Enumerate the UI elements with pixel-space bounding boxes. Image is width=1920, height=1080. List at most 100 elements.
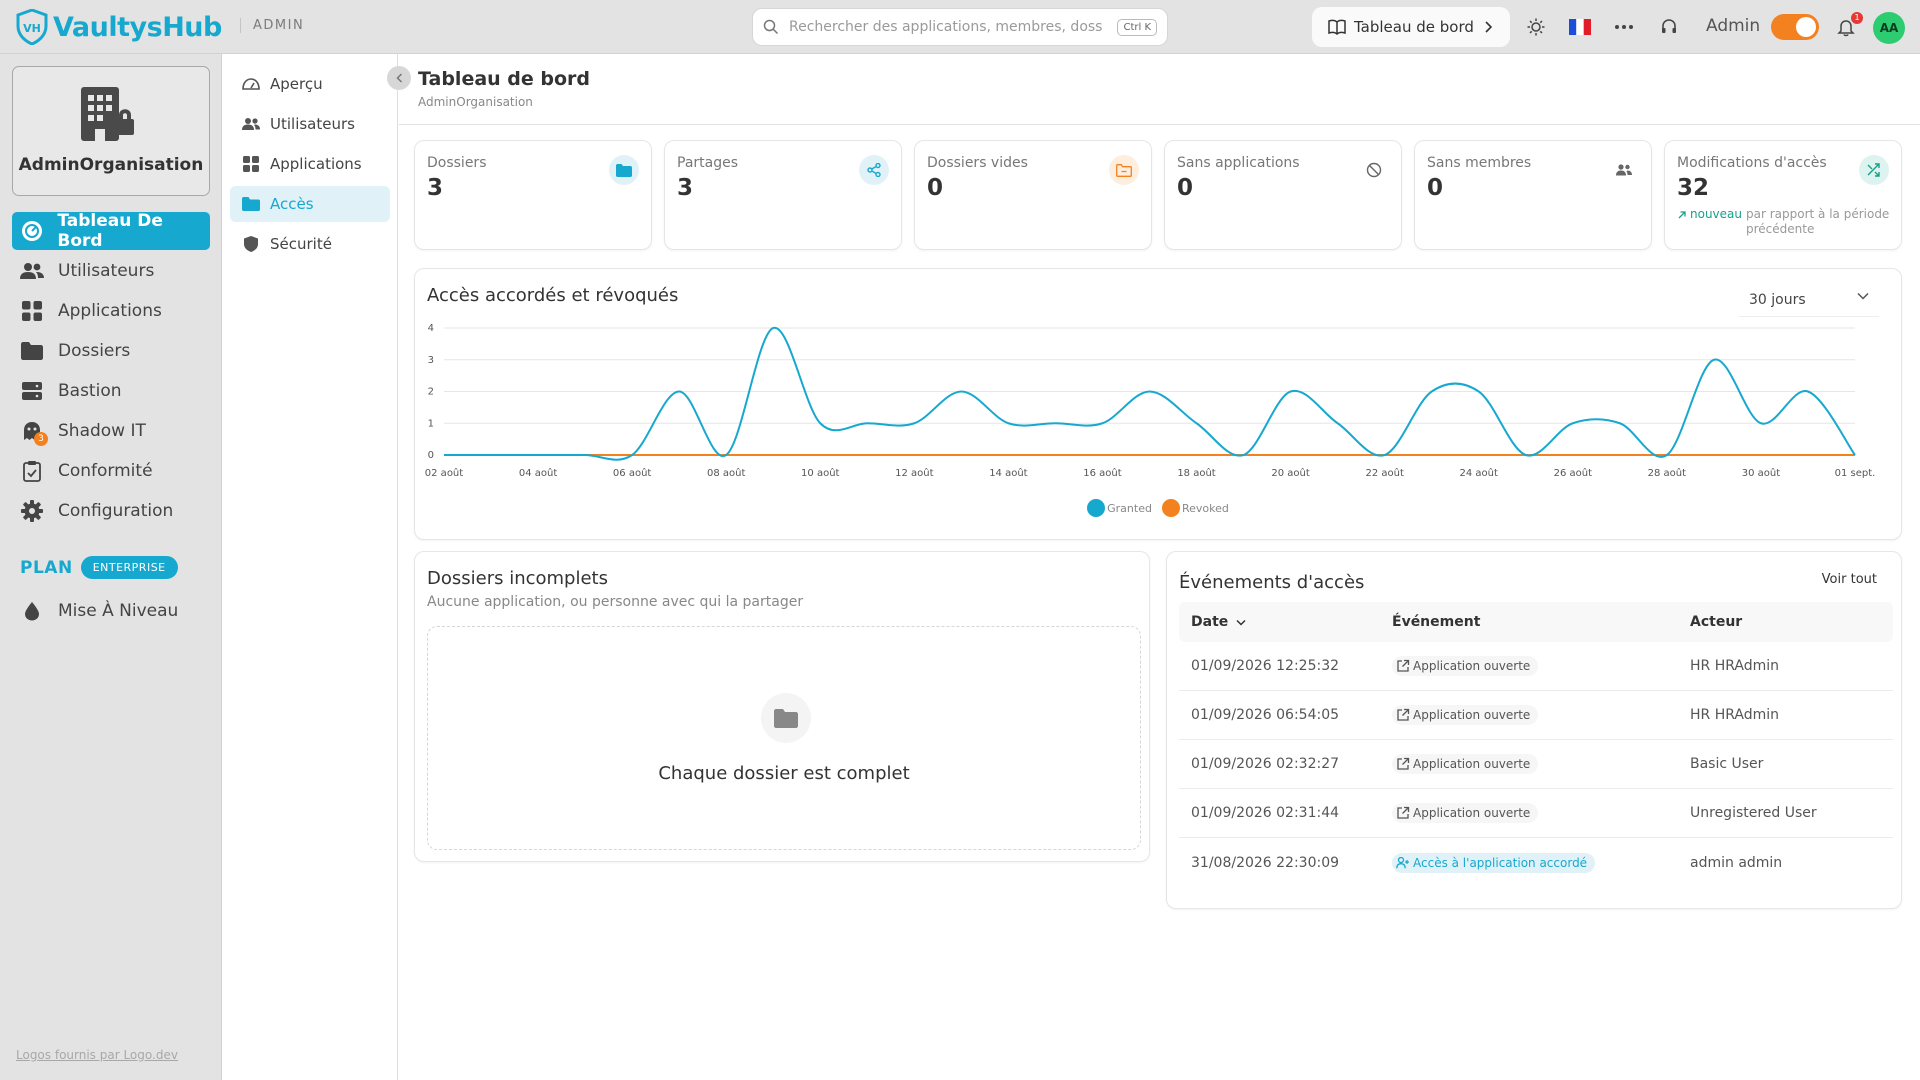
external-link-icon — [1397, 659, 1410, 672]
plan-label: PLAN — [20, 557, 73, 578]
stat-value: 3 — [677, 175, 694, 201]
legend-item-revoked[interactable]: Revoked — [1161, 499, 1229, 517]
sidebar-item-label: Dossiers — [58, 341, 131, 361]
range-select[interactable]: 30 jours — [1739, 283, 1879, 317]
sidebar-item-configuration[interactable]: Configuration — [12, 492, 210, 530]
language-flag-icon[interactable] — [1567, 14, 1593, 40]
event-date: 01/09/2026 02:31:44 — [1191, 805, 1340, 821]
table-row[interactable]: 01/09/2026 06:54:05 Application ouverte HR… — [1179, 691, 1893, 740]
event-date: 01/09/2026 02:32:27 — [1191, 756, 1340, 772]
stat-value: 32 — [1677, 175, 1710, 201]
subnav-item-applications[interactable]: Applications — [230, 146, 390, 182]
event-label: Application ouverte — [1413, 805, 1531, 820]
app-logo[interactable]: VH VaultysHub — [16, 9, 222, 45]
table-row[interactable]: 31/08/2026 22:30:09 Accès à l'application… — [1179, 838, 1893, 887]
access-events-card: Événements d'accès Voir tout Date Événem… — [1166, 551, 1902, 909]
theme-toggle-sun-icon[interactable] — [1523, 14, 1549, 40]
admin-mode-toggle[interactable] — [1771, 14, 1819, 40]
organisation-card[interactable]: AdminOrganisation — [12, 66, 210, 196]
event-actor: Unregistered User — [1690, 805, 1817, 821]
table-row[interactable]: 01/09/2026 02:31:44 Application ouverte Un… — [1179, 789, 1893, 838]
event-date: 31/08/2026 22:30:09 — [1191, 854, 1340, 871]
table-row[interactable]: 01/09/2026 12:25:32 Application ouverte HR… — [1179, 642, 1893, 691]
organisation-name: AdminOrganisation — [18, 155, 204, 175]
chevron-down-icon — [1857, 292, 1869, 300]
avatar[interactable]: AA — [1873, 12, 1905, 44]
column-label: Date — [1191, 614, 1229, 630]
upgrade-button[interactable]: Mise À Niveau — [12, 592, 210, 630]
sidebar-item-applications[interactable]: Applications — [12, 292, 210, 330]
x-tick-label: 04 août — [519, 467, 557, 479]
stat-value: 0 — [1427, 175, 1444, 201]
search-placeholder: Rechercher des applications, membres, do… — [789, 19, 1103, 35]
x-tick-label: 20 août — [1271, 467, 1309, 479]
clipboard-check-icon — [20, 459, 44, 483]
search-input[interactable]: Rechercher des applications, membres, do… — [752, 8, 1168, 46]
event-badge: Application ouverte — [1392, 753, 1539, 774]
subnav-item-label: Sécurité — [270, 235, 332, 253]
logo-credit-link[interactable]: Logos fournis par Logo.dev — [16, 1048, 178, 1062]
stat-label: Partages — [677, 155, 739, 171]
x-tick-label: 22 août — [1365, 467, 1403, 479]
chevron-down-icon — [1236, 619, 1246, 626]
ban-icon — [1359, 155, 1389, 185]
shield-icon — [242, 235, 260, 253]
event-badge: Accès à l'application accordé — [1392, 852, 1596, 873]
stat-trend: nouveau par rapport à la période précéde… — [1677, 207, 1896, 237]
table-row[interactable]: 01/09/2026 02:32:27 Application ouverte Ba… — [1179, 740, 1893, 789]
sidebar-item-folders[interactable]: Dossiers — [12, 332, 210, 370]
share-icon — [859, 155, 889, 185]
legend-item-granted[interactable]: Granted — [1087, 499, 1152, 517]
event-date: 01/09/2026 12:25:32 — [1191, 658, 1340, 674]
column-date[interactable]: Date — [1179, 614, 1392, 630]
dashboard-button[interactable]: Tableau de bord — [1312, 7, 1510, 47]
sidebar-item-label: Shadow IT — [58, 421, 146, 441]
stat-label: Modifications d'accès — [1677, 155, 1827, 171]
app-name: VaultysHub — [53, 11, 222, 43]
sidebar-item-dashboard[interactable]: Tableau De Bord — [12, 211, 210, 251]
x-tick-label: 16 août — [1083, 467, 1121, 479]
section-label: ADMIN — [240, 18, 304, 33]
events-title: Événements d'accès — [1179, 572, 1365, 593]
chart-title: Accès accordés et révoqués — [427, 285, 679, 306]
sidebar-item-label: Bastion — [58, 381, 122, 401]
x-tick-label: 06 août — [613, 467, 651, 479]
main-sidebar: AdminOrganisation Tableau De Bord Utilis… — [0, 54, 222, 1080]
sidebar-item-bastion[interactable]: Bastion — [12, 372, 210, 410]
gear-icon — [20, 499, 44, 523]
notification-badge: 1 — [1851, 12, 1863, 24]
sidebar-item-compliance[interactable]: Conformité — [12, 452, 210, 490]
y-tick-label: 2 — [428, 387, 434, 398]
stat-card-empty-folders[interactable]: Dossiers vides 0 — [914, 140, 1152, 250]
stat-card-shares[interactable]: Partages 3 — [664, 140, 902, 250]
event-actor: admin admin — [1690, 854, 1783, 871]
more-dots-icon[interactable] — [1611, 14, 1637, 40]
subnav-item-overview[interactable]: Aperçu — [230, 66, 390, 102]
stat-card-no-applications[interactable]: Sans applications 0 — [1164, 140, 1402, 250]
stat-card-folders[interactable]: Dossiers 3 — [414, 140, 652, 250]
access-chart-card: Accès accordés et révoqués 30 jours 0 1 2 3… — [414, 268, 1902, 540]
users-icon — [1609, 155, 1639, 185]
sidebar-item-users[interactable]: Utilisateurs — [12, 252, 210, 290]
subnav-item-access[interactable]: Accès — [230, 186, 390, 222]
main-content: Tableau de bord AdminOrganisation Dossie… — [399, 54, 1920, 1080]
subnav-item-users[interactable]: Utilisateurs — [230, 106, 390, 142]
stat-card-no-members[interactable]: Sans membres 0 — [1414, 140, 1652, 250]
empty-state-text: Chaque dossier est complet — [658, 763, 910, 784]
incomplete-folders-card: Dossiers incomplets Aucune application, … — [414, 551, 1150, 862]
top-bar: VH VaultysHub ADMIN Rechercher des appli… — [0, 0, 1920, 54]
subnav-item-label: Utilisateurs — [270, 115, 355, 133]
stat-card-access-changes[interactable]: Modifications d'accès 32 nouveau par rap… — [1664, 140, 1902, 250]
search-icon — [763, 19, 779, 35]
trend-label: nouveau — [1690, 207, 1742, 221]
stat-value: 3 — [427, 175, 444, 201]
search-shortcut-hint: Ctrl K — [1117, 18, 1157, 36]
subnav-item-security[interactable]: Sécurité — [230, 226, 390, 262]
series-line-granted — [444, 326, 1856, 461]
collapse-subnav-button[interactable] — [387, 66, 411, 90]
sidebar-item-shadow-it[interactable]: 3 Shadow IT — [12, 412, 210, 450]
folder-icon — [242, 195, 260, 213]
support-headset-icon[interactable] — [1656, 14, 1682, 40]
see-all-link[interactable]: Voir tout — [1822, 572, 1877, 587]
svg-text:VH: VH — [23, 22, 41, 35]
